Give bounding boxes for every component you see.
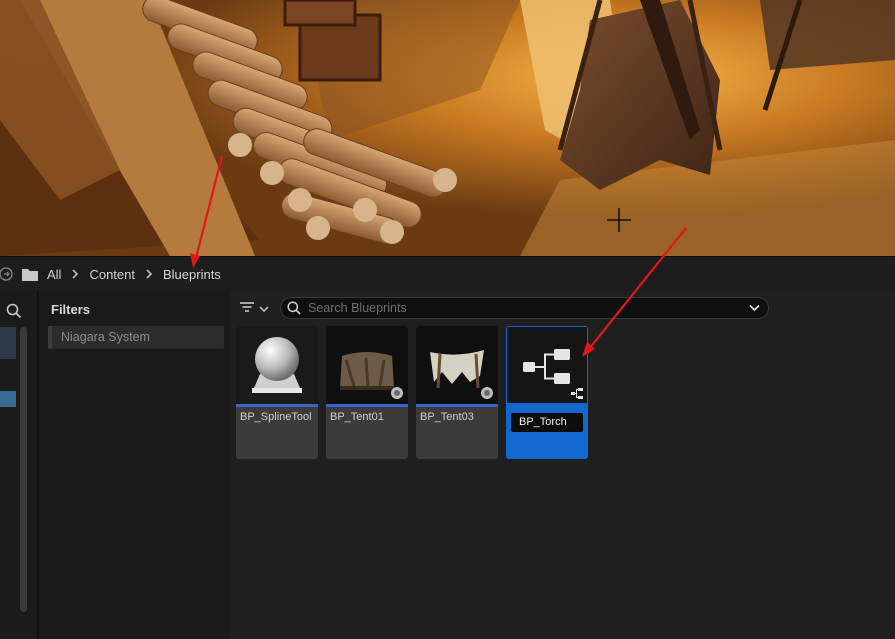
blueprint-badge-icon (571, 388, 583, 399)
search-icon (287, 301, 301, 315)
blueprint-class-icon (523, 349, 583, 399)
history-icon[interactable] (0, 267, 14, 281)
viewport-scene (0, 0, 895, 256)
asset-type-strip (506, 404, 588, 407)
asset-name: BP_Tent03 (420, 411, 474, 423)
filter-chip-niagara-system[interactable]: Niagara System (48, 326, 224, 349)
chevron-right-icon (145, 267, 153, 282)
content-browser-path-bar: All Content Blueprints (0, 256, 895, 291)
tent-icon (340, 352, 403, 399)
chevron-down-icon (259, 300, 269, 318)
search-placeholder: Search Blueprints (308, 301, 407, 315)
asset-tile-bp-tent01[interactable]: BP_Tent01 (326, 326, 408, 459)
filters-panel: Filters Niagara System (38, 291, 230, 639)
folder-icon (22, 268, 38, 281)
asset-name: BP_SplineTool (240, 411, 312, 423)
breadcrumb-all[interactable]: All (47, 267, 61, 282)
asset-type-strip (416, 404, 498, 407)
asset-type-strip (236, 404, 318, 407)
asset-tile-bp-tent03[interactable]: BP_Tent03 (416, 326, 498, 459)
filter-icon (239, 300, 255, 318)
asset-rename-input[interactable]: BP_Torch (511, 413, 583, 432)
asset-tile-bp-torch[interactable]: BP_Torch (506, 326, 588, 459)
asset-thumbnail (506, 326, 588, 404)
breadcrumb-blueprints[interactable]: Blueprints (163, 267, 221, 282)
tent-icon (430, 350, 493, 399)
sources-list-item-selected[interactable] (0, 391, 16, 407)
asset-view: Search Blueprints BP_SplineTool BP_Tent0… (229, 291, 895, 639)
chevron-down-icon[interactable] (749, 304, 760, 312)
scrollbar[interactable] (20, 327, 27, 612)
sources-list-item[interactable] (0, 327, 16, 359)
breadcrumb-content[interactable]: Content (89, 267, 135, 282)
filter-dropdown-button[interactable] (239, 301, 273, 317)
filters-title: Filters (51, 302, 91, 317)
search-input[interactable]: Search Blueprints (280, 297, 769, 319)
search-icon[interactable] (6, 303, 22, 324)
level-viewport[interactable] (0, 0, 895, 256)
asset-type-strip (326, 404, 408, 407)
asset-name: BP_Tent01 (330, 411, 384, 423)
asset-thumbnail (326, 326, 408, 404)
chevron-right-icon (71, 267, 79, 282)
sphere-icon (252, 337, 302, 393)
asset-thumbnail (236, 326, 318, 404)
asset-thumbnail (416, 326, 498, 404)
asset-tile-bp-splinetool[interactable]: BP_SplineTool (236, 326, 318, 459)
sources-panel-collapsed (0, 291, 36, 639)
